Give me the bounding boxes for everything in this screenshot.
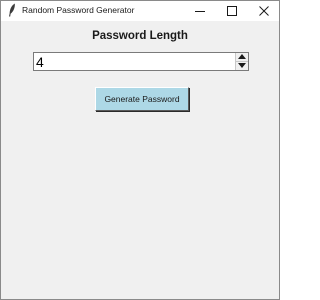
- maximize-button[interactable]: [217, 1, 247, 21]
- spin-buttons: [235, 53, 248, 70]
- close-button[interactable]: [249, 1, 279, 21]
- app-window: Random Password Generator Password Lengt…: [0, 0, 280, 300]
- feather-icon: [8, 3, 16, 17]
- generate-password-button[interactable]: Generate Password: [95, 87, 189, 111]
- spin-up-button[interactable]: [236, 53, 248, 61]
- spin-down-button[interactable]: [236, 61, 248, 70]
- title-bar[interactable]: Random Password Generator: [1, 1, 279, 21]
- window-title: Random Password Generator: [22, 5, 135, 15]
- window-content: Password Length 4 Generate Password: [1, 21, 279, 299]
- minimize-button[interactable]: [185, 1, 215, 21]
- password-length-spinbox[interactable]: 4: [33, 52, 249, 71]
- password-length-label: Password Length: [92, 30, 188, 42]
- password-length-value[interactable]: 4: [36, 54, 44, 70]
